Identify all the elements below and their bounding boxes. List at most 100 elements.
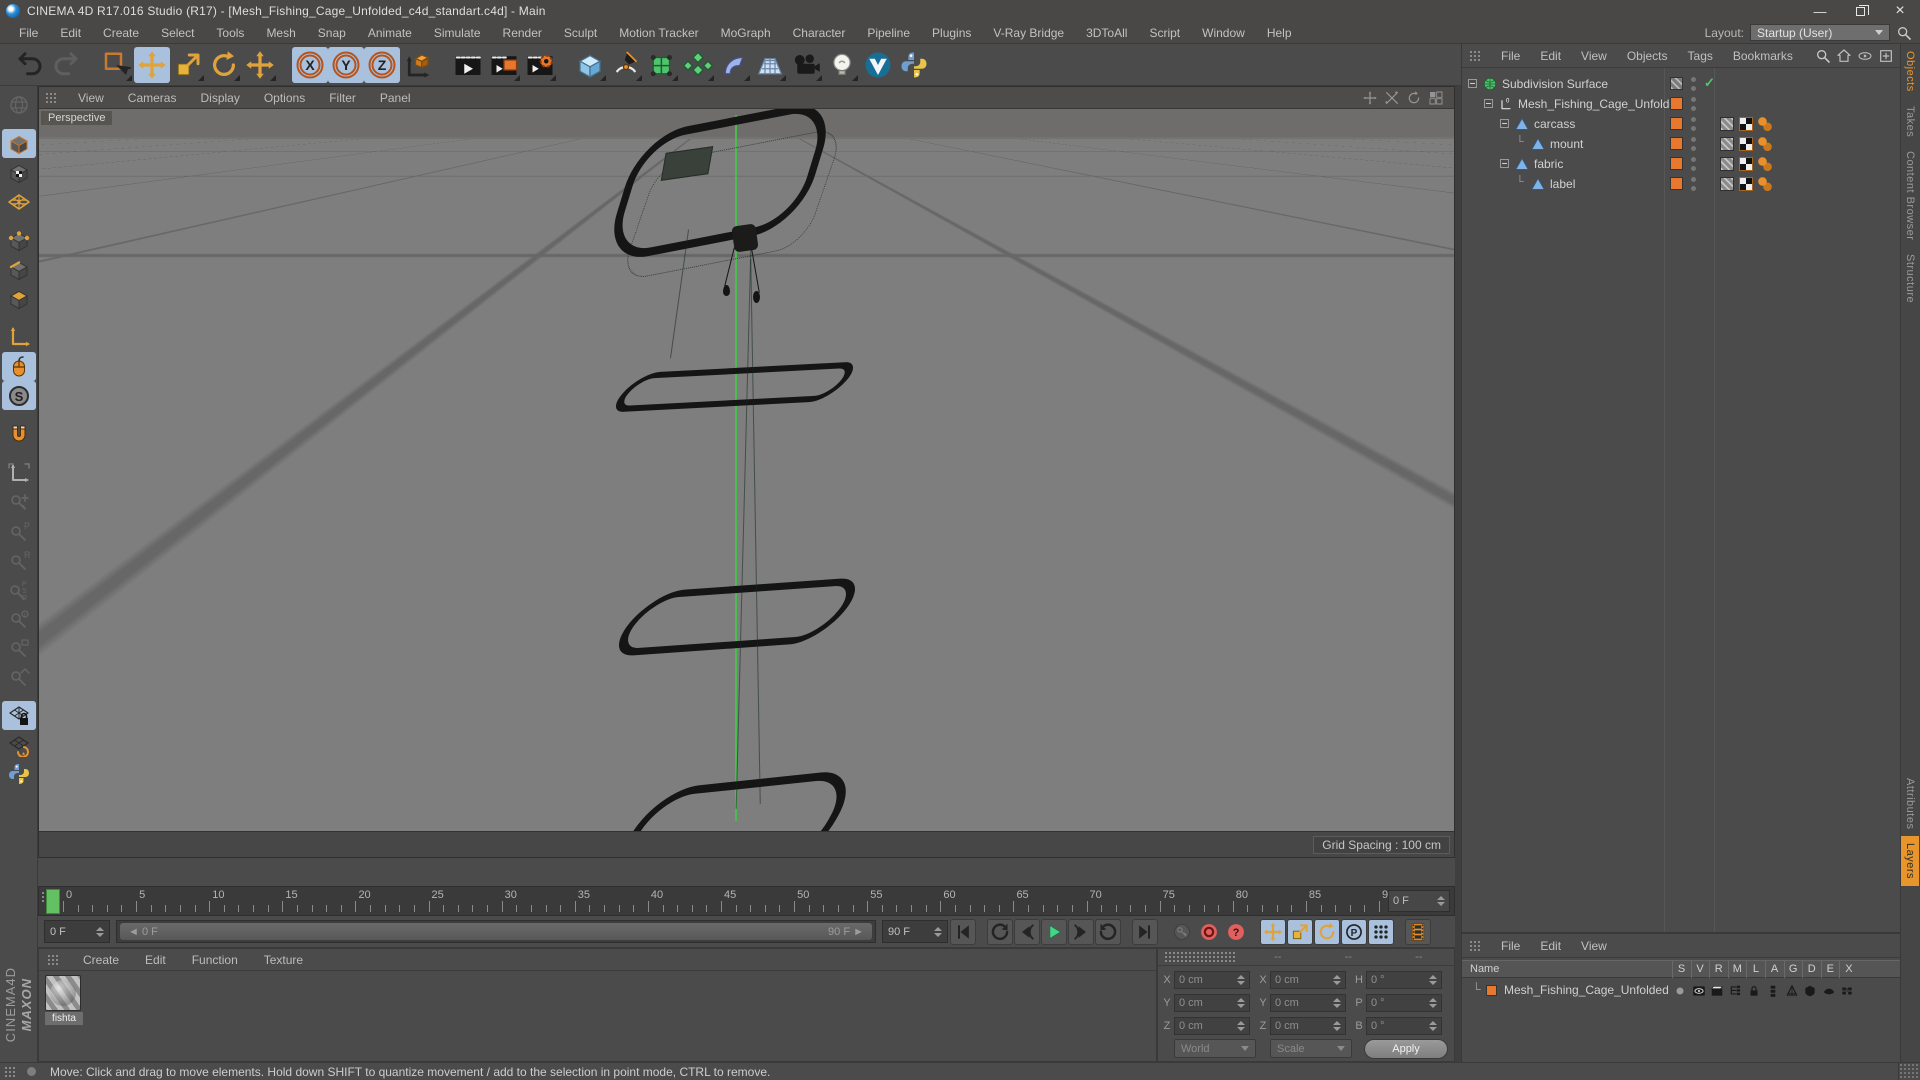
- menu-sculpt[interactable]: Sculpt: [553, 24, 608, 42]
- layer-toggle-r-icon[interactable]: [1709, 983, 1725, 999]
- object-name[interactable]: Subdivision Surface: [1502, 77, 1608, 91]
- keying-help-button[interactable]: ?: [1223, 919, 1249, 945]
- minimize-button[interactable]: —: [1800, 0, 1840, 22]
- expand-toggle-icon[interactable]: [1484, 99, 1493, 108]
- menu-3dtoall[interactable]: 3DToAll: [1075, 24, 1138, 42]
- object-manager-menu-objects[interactable]: Objects: [1617, 47, 1678, 65]
- tab-attributes[interactable]: Attributes: [1901, 771, 1919, 836]
- texture-tag-icon[interactable]: [1720, 137, 1734, 151]
- viewport-zoom-icon[interactable]: [1384, 90, 1400, 106]
- coordinate-field-p1[interactable]: 0 °: [1366, 994, 1442, 1012]
- autokeying-button[interactable]: [1196, 919, 1222, 945]
- object-name[interactable]: fabric: [1534, 157, 1563, 171]
- layer-toggle-l-icon[interactable]: [1746, 983, 1762, 999]
- panel-grip[interactable]: [1164, 951, 1235, 963]
- deformers-button[interactable]: [716, 47, 752, 83]
- record-keyframe-button[interactable]: [1169, 919, 1195, 945]
- lock-x-axis-button[interactable]: X: [292, 47, 328, 83]
- stepper-icon[interactable]: [1437, 896, 1445, 906]
- timeline-ruler[interactable]: 051015202530354045505560657075808590 0 F: [38, 886, 1455, 916]
- menu-window[interactable]: Window: [1191, 24, 1256, 42]
- menu-edit[interactable]: Edit: [49, 24, 92, 42]
- viewport[interactable]: View Cameras Display Options Filter Panel Per…: [38, 86, 1455, 858]
- cage-mount[interactable]: [731, 223, 759, 253]
- end-frame-field[interactable]: 90 F: [882, 920, 948, 943]
- poly-obj-icon[interactable]: [1514, 156, 1530, 172]
- polygon-mode-button[interactable]: [2, 284, 36, 313]
- panel-grip[interactable]: [45, 91, 58, 104]
- panel-grip[interactable]: [47, 953, 60, 966]
- eye-icon[interactable]: [1857, 48, 1873, 64]
- resize-grip[interactable]: [1898, 1063, 1920, 1080]
- uvw-tag-icon[interactable]: [1739, 117, 1753, 131]
- visibility-dots-icon[interactable]: [1691, 97, 1697, 111]
- goto-next-key-button[interactable]: [1095, 919, 1121, 945]
- layer-toggle-m-icon[interactable]: [1728, 983, 1744, 999]
- layer-menu-edit[interactable]: Edit: [1530, 937, 1571, 955]
- coordinate-field-h0[interactable]: 0 °: [1366, 971, 1442, 989]
- layer-toggle-d-icon[interactable]: [1802, 983, 1818, 999]
- layer-swatch[interactable]: [1670, 117, 1683, 130]
- expand-toggle-icon[interactable]: [1500, 159, 1509, 168]
- close-button[interactable]: ×: [1880, 0, 1920, 22]
- layer-menu-file[interactable]: File: [1491, 937, 1530, 955]
- uvw-tag-icon[interactable]: [1739, 177, 1753, 191]
- preview-range-bar[interactable]: ◄ 0 F 90 F ►: [120, 923, 872, 940]
- object-manager-menu-file[interactable]: File: [1491, 47, 1530, 65]
- play-button[interactable]: [1041, 919, 1067, 945]
- viewport-menu-panel[interactable]: Panel: [368, 89, 423, 107]
- coordinate-field-y1[interactable]: 0 cm: [1174, 994, 1250, 1012]
- timeline-window-button[interactable]: [1405, 919, 1431, 945]
- edge-mode-button[interactable]: [2, 255, 36, 284]
- stepper-icon[interactable]: [1429, 1021, 1437, 1031]
- goto-prev-frame-button[interactable]: [1014, 919, 1040, 945]
- spline-pen-button[interactable]: [608, 47, 644, 83]
- layer-toggle-a-icon[interactable]: [1765, 983, 1781, 999]
- snap-settings-button[interactable]: S: [1, 381, 36, 410]
- menu-plugins[interactable]: Plugins: [921, 24, 982, 42]
- tab-structure[interactable]: Structure: [1901, 247, 1919, 310]
- tweak-mode-button[interactable]: [1, 352, 36, 381]
- menu-select[interactable]: Select: [150, 24, 205, 42]
- light-button[interactable]: [824, 47, 860, 83]
- material-item[interactable]: fishta: [45, 975, 83, 1025]
- object-tree-row[interactable]: Subdivision Surface ✓: [1462, 74, 1900, 94]
- stepper-icon[interactable]: [1237, 975, 1245, 985]
- coordinate-field-x0[interactable]: 0 cm: [1174, 971, 1250, 989]
- panel-grip[interactable]: [4, 1065, 17, 1078]
- tab-content-browser[interactable]: Content Browser: [1901, 144, 1919, 247]
- lock-z-axis-button[interactable]: Z: [364, 47, 400, 83]
- coordinate-system-button[interactable]: [400, 47, 436, 83]
- object-tree-row[interactable]: 0 Mesh_Fishing_Cage_Unfolded: [1462, 94, 1900, 114]
- key-scale-toggle[interactable]: [1287, 919, 1313, 945]
- goto-next-frame-button[interactable]: [1068, 919, 1094, 945]
- environment-button[interactable]: [752, 47, 788, 83]
- coordinate-space-dropdown[interactable]: World: [1174, 1039, 1256, 1058]
- material-menu-edit[interactable]: Edit: [132, 951, 179, 969]
- subdivision-surface-button[interactable]: [644, 47, 680, 83]
- stepper-icon[interactable]: [1333, 998, 1341, 1008]
- stepper-icon[interactable]: [1237, 1021, 1245, 1031]
- stepper-icon[interactable]: [934, 926, 942, 937]
- search-icon[interactable]: [1815, 48, 1831, 64]
- scene-3d[interactable]: Y X: [39, 109, 1454, 831]
- menu-character[interactable]: Character: [782, 24, 857, 42]
- move-tool-button[interactable]: [134, 47, 170, 83]
- view-label[interactable]: Perspective: [41, 111, 113, 125]
- poly-obj-icon[interactable]: [1514, 116, 1530, 132]
- phong-tag-icon[interactable]: [1758, 137, 1772, 151]
- coordinate-field-z2[interactable]: 0 cm: [1270, 1017, 1346, 1035]
- scale-tool-button[interactable]: [170, 47, 206, 83]
- object-tree-row[interactable]: └ label: [1462, 174, 1900, 194]
- rotate-tool-button[interactable]: [206, 47, 242, 83]
- menu-render[interactable]: Render: [492, 24, 553, 42]
- object-name[interactable]: label: [1550, 177, 1575, 191]
- menu-mesh[interactable]: Mesh: [255, 24, 306, 42]
- visibility-dots-icon[interactable]: [1691, 177, 1697, 191]
- coordinate-field-x0[interactable]: 0 cm: [1270, 971, 1346, 989]
- coordinate-field-b2[interactable]: 0 °: [1366, 1017, 1442, 1035]
- layer-swatch[interactable]: [1670, 137, 1683, 150]
- object-manager-menu-tags[interactable]: Tags: [1678, 47, 1723, 65]
- visibility-dots-icon[interactable]: [1691, 137, 1697, 151]
- menu-file[interactable]: File: [8, 24, 49, 42]
